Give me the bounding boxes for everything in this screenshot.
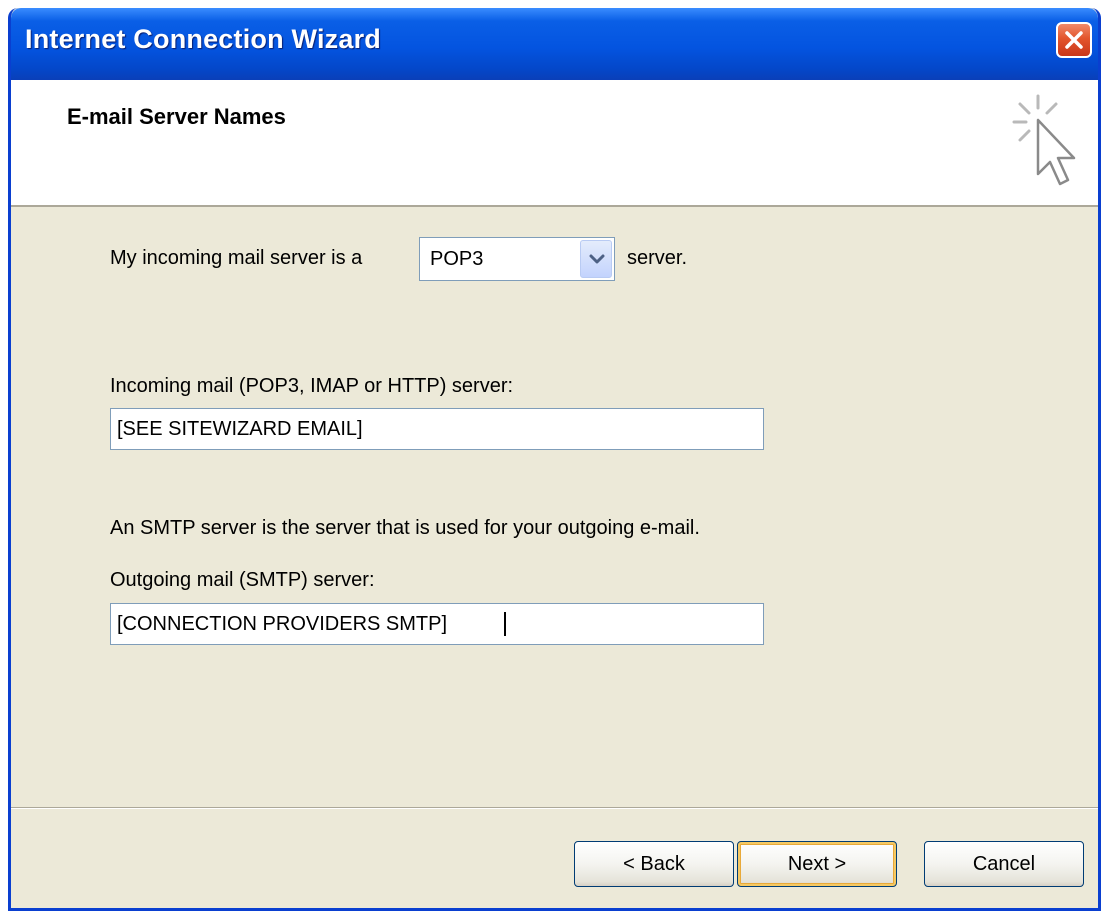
dropdown-arrow-button[interactable]	[580, 240, 612, 278]
incoming-server-field[interactable]	[110, 408, 764, 450]
text-cursor	[504, 612, 506, 636]
close-icon	[1065, 31, 1083, 49]
chevron-down-icon	[589, 254, 605, 264]
outgoing-server-label: Outgoing mail (SMTP) server:	[110, 569, 375, 591]
cancel-button[interactable]: Cancel	[924, 841, 1084, 887]
next-button[interactable]: Next >	[737, 841, 897, 887]
wizard-window: Internet Connection Wizard E-mail Server…	[8, 8, 1101, 911]
back-button[interactable]: < Back	[574, 841, 734, 887]
close-button[interactable]	[1056, 22, 1092, 58]
incoming-type-label: My incoming mail server is a	[110, 247, 363, 269]
header-panel: E-mail Server Names	[11, 80, 1098, 207]
incoming-server-input[interactable]	[111, 409, 763, 449]
server-type-value: POP3	[430, 248, 484, 270]
footer-divider	[11, 807, 1098, 809]
outgoing-server-input[interactable]	[111, 604, 763, 644]
window-title: Internet Connection Wizard	[25, 24, 381, 54]
incoming-server-label: Incoming mail (POP3, IMAP or HTTP) serve…	[110, 375, 514, 397]
smtp-info-text: An SMTP server is the server that is use…	[110, 517, 700, 539]
title-bar[interactable]: Internet Connection Wizard	[11, 8, 1098, 80]
page-title: E-mail Server Names	[67, 104, 286, 129]
server-type-dropdown[interactable]: POP3	[419, 237, 615, 281]
server-suffix-label: server.	[627, 247, 688, 269]
outgoing-server-field[interactable]	[110, 603, 764, 645]
wizard-content: My incoming mail server is a POP3 server…	[11, 207, 1098, 807]
wizard-cursor-icon	[1012, 94, 1076, 186]
